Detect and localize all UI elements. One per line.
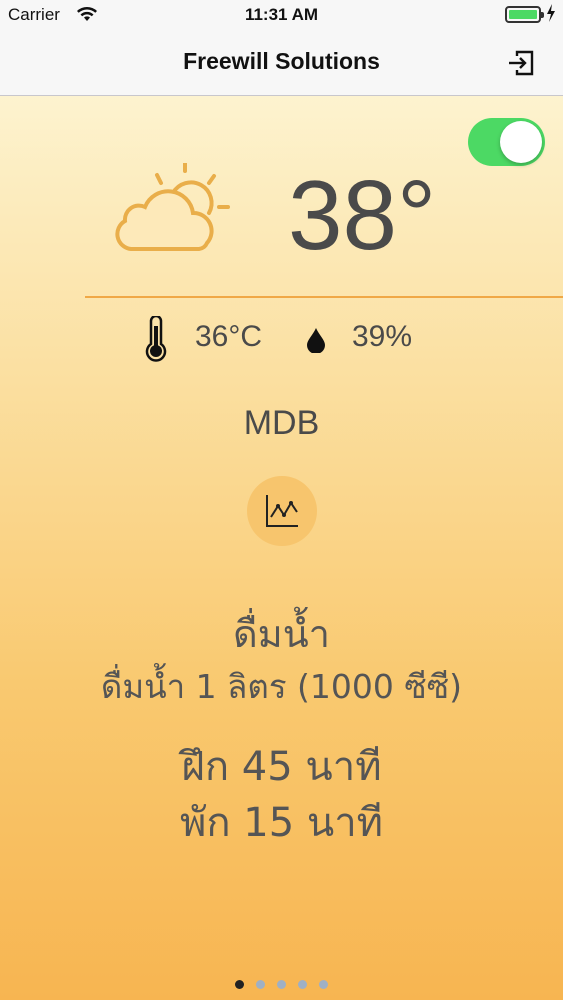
temperature-celsius: 36°C [195,320,263,353]
water-drop-icon [307,328,325,353]
thermometer-icon [145,316,167,362]
page-dot[interactable] [298,980,307,989]
line-chart-icon [266,495,298,527]
clock-time: 11:31 AM [244,5,319,24]
page-dot[interactable] [235,980,244,989]
logout-icon[interactable] [505,47,537,79]
toggle-knob [500,121,542,163]
drink-water-title: ดื่มน้ำ [232,612,331,656]
page-title: Freewill Solutions [183,48,380,74]
status-bar: Carrier 11:31 AM [0,0,563,30]
page-dot[interactable] [256,980,265,989]
battery-fill [509,10,537,19]
battery-nub [541,12,544,18]
rest-duration: พัก 15 นาที [179,800,384,846]
current-temperature: 38° [288,160,437,270]
navigation-bar: Freewill Solutions [0,30,563,96]
charging-bolt-icon [547,4,555,22]
drink-water-detail: ดื่มน้ำ 1 ลิตร (1000 ซีซี) [100,667,463,706]
chart-button[interactable] [247,476,317,546]
humidity-value: 39% [352,320,413,353]
training-duration: ฝึก 45 นาที [181,744,382,790]
weather-toggle-switch[interactable] [468,118,545,166]
page-dot[interactable] [277,980,286,989]
divider [85,296,563,298]
location-label: MDB [243,404,320,442]
partly-cloudy-icon [115,163,230,251]
weather-panel: 38° 36°C 39% MDB ดื่มน้ำ ดื่มน้ำ 1 ลิตร … [0,96,563,1000]
page-dot[interactable] [319,980,328,989]
page-indicator[interactable] [0,974,563,993]
battery-icon [505,6,544,23]
